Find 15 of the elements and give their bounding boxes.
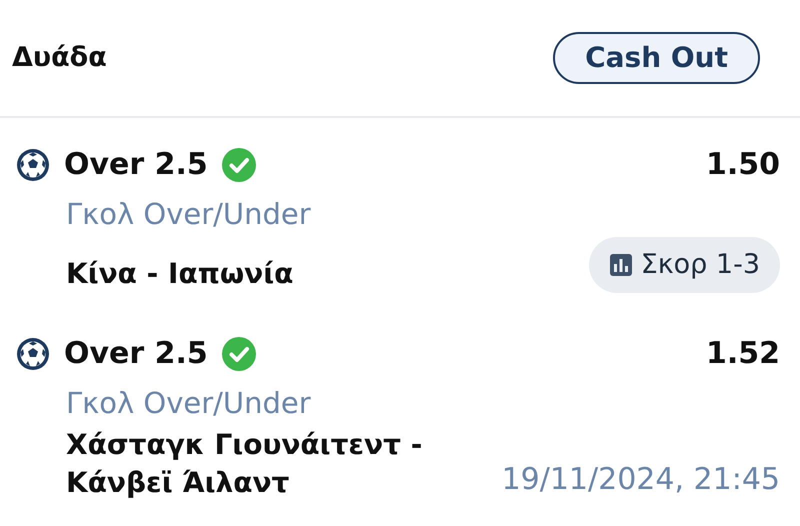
- odds-value: 1.52: [706, 335, 780, 373]
- bar-chart-icon: [608, 252, 633, 277]
- soccer-ball-icon: [16, 148, 50, 182]
- soccer-ball-icon: [16, 336, 50, 370]
- score-chip[interactable]: Σκορ 1-3: [588, 236, 780, 293]
- match-date: 19/11/2024, 21:45: [502, 460, 780, 498]
- market-name: Γκολ Over/Under: [66, 196, 311, 233]
- odds-value: 1.50: [706, 146, 780, 184]
- selection-name: Over 2.5: [64, 146, 208, 184]
- bet-type-title: Δυάδα: [12, 40, 107, 75]
- match-name: Χάσταγκ Γιουνάιτεντ - Κάνβεϊ Άιλαντ: [66, 426, 424, 500]
- market-name: Γκολ Over/Under: [66, 385, 311, 422]
- match-name: Κίνα - Ιαπωνία: [66, 256, 294, 292]
- cash-out-button[interactable]: Cash Out: [553, 32, 760, 84]
- selection-name: Over 2.5: [64, 335, 208, 373]
